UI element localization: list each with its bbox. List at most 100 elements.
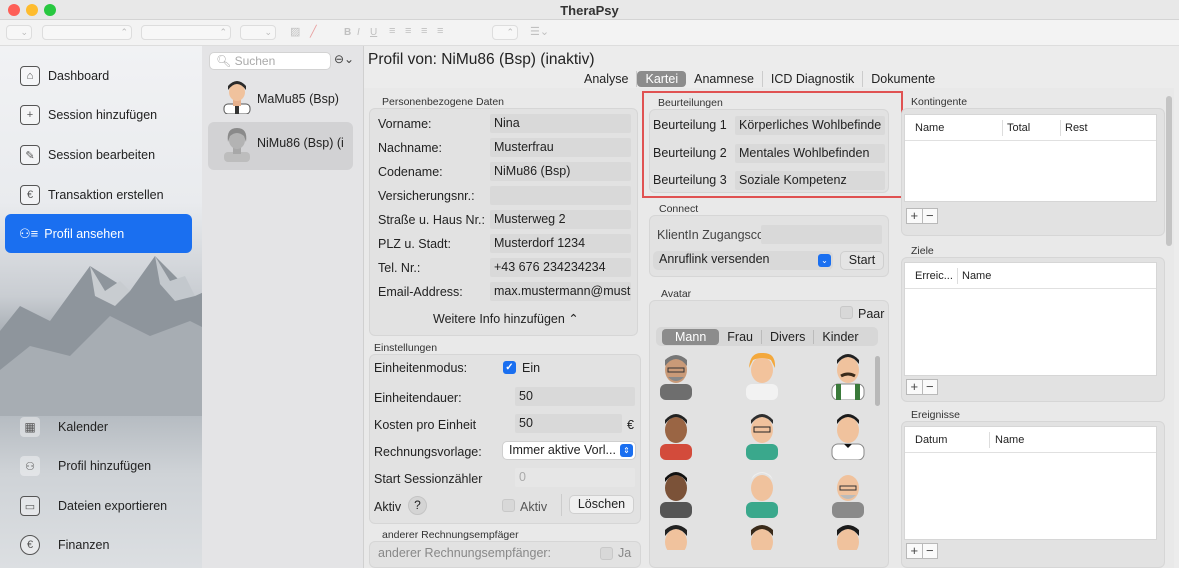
tab-anamnese[interactable]: Anamnese (686, 71, 763, 87)
help-button[interactable]: ? (408, 496, 427, 515)
font-size-select[interactable]: ⌄ (240, 25, 276, 40)
unit-duration-field[interactable]: 50 (515, 387, 635, 406)
table-header: Datum Name (905, 427, 1156, 453)
filter-menu-icon[interactable]: ⊖⌄ (334, 52, 354, 66)
search-input[interactable]: 🔍︎ Suchen (209, 52, 331, 70)
italic-icon[interactable]: I (357, 27, 360, 38)
delete-button[interactable]: Löschen (569, 495, 634, 514)
sidebar-item-edit-session[interactable]: ✎ Session bearbeiten (20, 144, 155, 166)
align-left-icon[interactable]: ≡ (389, 25, 395, 37)
paragraph-style-select[interactable]: ⌄ (6, 25, 32, 40)
session-counter-label: Start Sessionzähler (374, 472, 483, 486)
avatar-option[interactable] (826, 410, 870, 460)
sidebar-item-label: Session hinzufügen (48, 108, 158, 122)
sidebar-item-label: Dateien exportieren (58, 499, 168, 513)
font-family-select[interactable]: ⌃ (42, 25, 132, 40)
column-header[interactable]: Datum (915, 434, 947, 446)
session-counter-field[interactable]: 0 (515, 468, 635, 487)
avatar-option[interactable] (654, 468, 698, 518)
email-field[interactable]: max.mustermann@must (490, 282, 631, 301)
unit-mode-checkbox[interactable]: ✓ (503, 361, 516, 374)
sidebar-item-view-profile[interactable]: ⚇≡ Profil ansehen (5, 214, 192, 253)
pair-checkbox[interactable] (840, 306, 853, 319)
sidebar-item-finances[interactable]: € Finanzen (20, 534, 109, 556)
sidebar-item-export-files[interactable]: ▭ Dateien exportieren (20, 495, 167, 517)
more-info-button[interactable]: Weitere Info hinzufügen ⌃ (433, 311, 579, 326)
invoice-template-select[interactable]: Immer aktive Vorl... ⇕ (502, 441, 636, 460)
text-color-icon[interactable]: ▨ (290, 25, 300, 38)
codename-field[interactable]: NiMu86 (Bsp) (490, 162, 631, 181)
avatar-option[interactable] (740, 520, 784, 550)
avatar-option[interactable] (654, 410, 698, 460)
main-scrollbar[interactable] (1166, 96, 1172, 246)
goals-add-remove: + − (906, 379, 938, 395)
street-label: Straße u. Haus Nr.: (378, 213, 485, 227)
column-header[interactable]: Total (1007, 122, 1030, 134)
sidebar-item-dashboard[interactable]: ⌂ Dashboard (20, 65, 109, 87)
sidebar-item-add-profile[interactable]: ⚇ Profil hinzufügen (20, 455, 151, 477)
rating-3-field[interactable]: Soziale Kompetenz (735, 171, 885, 190)
last-name-field[interactable]: Musterfrau (490, 138, 631, 157)
calendar-icon: ▦ (20, 417, 40, 437)
remove-goal-button[interactable]: − (923, 380, 938, 394)
phone-field[interactable]: +43 676 234234234 (490, 258, 631, 277)
sidebar-item-create-transaction[interactable]: € Transaktion erstellen (20, 184, 164, 206)
column-header[interactable]: Name (915, 122, 944, 134)
remove-quota-button[interactable]: − (923, 209, 938, 223)
list-style-icon[interactable]: ☰⌄ (530, 25, 549, 38)
font-style-select[interactable]: ⌃ (141, 25, 231, 40)
column-header[interactable]: Rest (1065, 122, 1088, 134)
column-header[interactable]: Erreic... (915, 270, 953, 282)
active-checkbox[interactable] (502, 499, 515, 512)
start-button[interactable]: Start (840, 251, 884, 270)
sidebar-item-add-session[interactable]: + Session hinzufügen (20, 104, 157, 126)
tab-mann[interactable]: Mann (662, 328, 720, 345)
avatar-category-tabs: Mann Frau Divers Kinder (656, 327, 878, 346)
highlight-color-icon[interactable]: ╱ (310, 25, 317, 38)
rating-2-field[interactable]: Mentales Wohlbefinden (735, 144, 885, 163)
underline-icon[interactable]: U (370, 27, 377, 38)
list-item-selected[interactable]: NiMu86 (Bsp) (i (208, 122, 353, 170)
avatar-option[interactable] (826, 468, 870, 518)
title-bar: TheraPsy (0, 0, 1179, 20)
add-goal-button[interactable]: + (907, 380, 923, 394)
call-link-select[interactable]: Anruflink versenden ⌄ (653, 251, 833, 270)
bold-icon[interactable]: B (344, 27, 351, 38)
cost-field[interactable]: 50 (515, 414, 622, 433)
align-right-icon[interactable]: ≡ (421, 25, 427, 37)
column-header[interactable]: Name (995, 434, 1024, 446)
avatar-label: Avatar (661, 288, 692, 300)
align-justify-icon[interactable]: ≡ (437, 25, 443, 37)
tab-divers[interactable]: Divers (762, 329, 815, 344)
recipient-checkbox[interactable] (600, 547, 613, 560)
tab-frau[interactable]: Frau (719, 329, 762, 344)
tab-kinder[interactable]: Kinder (814, 330, 866, 344)
rating-1-label: Beurteilung 1 (653, 118, 727, 132)
tab-dokumente[interactable]: Dokumente (863, 71, 943, 87)
line-spacing-select[interactable]: ⌃ (492, 25, 518, 40)
avatar-option[interactable] (740, 350, 784, 400)
avatar-option[interactable] (826, 350, 870, 400)
rating-1-field[interactable]: Körperliches Wohlbefinde (735, 116, 885, 135)
remove-event-button[interactable]: − (923, 544, 938, 558)
align-center-icon[interactable]: ≡ (405, 25, 411, 37)
street-field[interactable]: Musterweg 2 (490, 210, 631, 229)
avatar-option[interactable] (654, 520, 698, 550)
tab-icd-diagnostik[interactable]: ICD Diagnostik (763, 71, 864, 87)
add-quota-button[interactable]: + (907, 209, 923, 223)
insurance-number-field[interactable] (490, 186, 631, 205)
add-event-button[interactable]: + (907, 544, 923, 558)
avatar-option[interactable] (654, 350, 698, 400)
avatar-option[interactable] (740, 410, 784, 460)
tab-analyse[interactable]: Analyse (576, 71, 638, 87)
list-item[interactable]: MaMu85 (Bsp) (208, 76, 353, 124)
sidebar-item-calendar[interactable]: ▦ Kalender (20, 416, 108, 438)
zip-city-field[interactable]: Musterdorf 1234 (490, 234, 631, 253)
column-header[interactable]: Name (962, 270, 991, 282)
avatar-scrollbar[interactable] (875, 356, 880, 406)
first-name-field[interactable]: Nina (490, 114, 631, 133)
avatar-option[interactable] (740, 468, 784, 518)
tab-kartei[interactable]: Kartei (637, 71, 687, 87)
access-code-field[interactable] (761, 225, 882, 244)
avatar-option[interactable] (826, 520, 870, 550)
